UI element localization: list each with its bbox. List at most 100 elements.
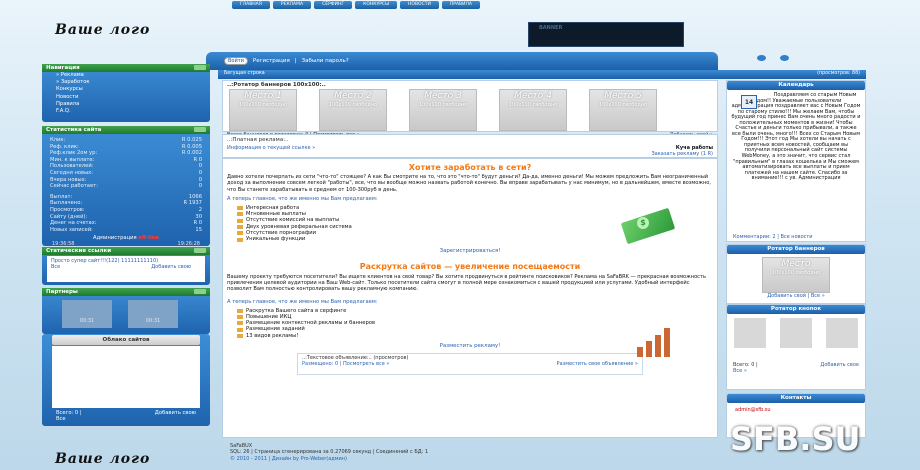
- nav-item-faq[interactable]: F.A.Q.: [46, 108, 206, 115]
- collapse-toggle-icon[interactable]: [194, 65, 206, 70]
- scroll-right-icon[interactable]: [780, 55, 789, 61]
- rotator-place-5[interactable]: Место 5 100x100 свободно: [589, 89, 657, 131]
- calendar-day[interactable]: 14: [741, 95, 757, 109]
- header-banner[interactable]: BANNER: [528, 22, 684, 47]
- nav-news[interactable]: НОВОСТИ: [400, 0, 439, 9]
- collapse-toggle-icon[interactable]: [194, 248, 206, 253]
- rotator-place-1[interactable]: Место 1 100x100 свободно: [229, 89, 297, 131]
- scroll-left-icon[interactable]: [757, 55, 766, 61]
- contacts-title: Контакты: [727, 394, 865, 403]
- stats-list: Клик: R 0.025 Реф. клик: R 0.005 Реф.клик 2о…: [42, 134, 210, 236]
- partner-banner-1[interactable]: 00:31: [62, 300, 112, 328]
- nav-item-news[interactable]: Новости: [46, 94, 206, 101]
- nav-item-ads[interactable]: » Реклама: [46, 72, 206, 79]
- text-ads-place-link[interactable]: Разместить свое объявление »: [556, 361, 638, 367]
- earn-heading: Хотите заработать в сети?: [408, 163, 532, 172]
- login-button[interactable]: Войти: [224, 57, 248, 65]
- stat-label: Клик:: [50, 137, 66, 143]
- nav-item-rules[interactable]: Правила: [46, 101, 206, 108]
- stats-panel-title: Статистика сайта: [42, 126, 210, 134]
- nav-contests[interactable]: КОНКУРСЫ: [355, 0, 398, 9]
- folder-icon: [237, 231, 243, 236]
- stat-row: Пользователей: 0: [50, 163, 202, 170]
- order-ad-link[interactable]: Заказать рекламу (1 R): [651, 151, 713, 157]
- footer-logo[interactable]: Ваше лого: [55, 451, 150, 467]
- static-links-add[interactable]: Добавить свою: [151, 264, 191, 270]
- partners-title: Партнеры: [42, 288, 210, 296]
- stat-label: Выплат:: [50, 193, 73, 200]
- folder-icon: [237, 315, 243, 319]
- rotator-place-3[interactable]: Место 3 100x100 свободно: [409, 89, 477, 131]
- calendar-comments-link[interactable]: Комментарии: 2 | Все новости: [733, 234, 813, 240]
- folder-icon: [237, 333, 243, 338]
- forgot-password-link[interactable]: Забыли пароль?: [302, 58, 349, 64]
- folder-icon: [237, 212, 243, 217]
- earn-subheading: А теперь главное, что же именно мы Вам п…: [227, 195, 378, 202]
- nav-surfing[interactable]: СЁРФИНГ: [314, 0, 353, 9]
- stat-row: Сайту (дней): 30: [50, 214, 202, 221]
- stat-value: 0: [198, 169, 202, 176]
- site-logo[interactable]: Ваше лого: [55, 22, 150, 38]
- stat-label: Сегодня новых:: [50, 169, 93, 176]
- stat-value: R 0: [193, 156, 202, 163]
- auth-bar: Войти Регистрация | Забыли пароль?: [206, 52, 718, 70]
- static-links-all[interactable]: Все: [51, 264, 60, 270]
- register-cta[interactable]: Зарегистрироваться!: [227, 248, 713, 254]
- stat-row: Сейчас работает: 0: [50, 183, 202, 190]
- collapse-toggle-icon[interactable]: [194, 127, 206, 132]
- stat-value: 2: [198, 206, 202, 213]
- rotator-all-link[interactable]: Все »: [733, 368, 747, 374]
- banner-rotator: ..:Ротатор баннеров 100х100:.. Место 1 10…: [222, 80, 718, 138]
- money-icon: $: [619, 207, 681, 245]
- stat-row: Реф. клик: R 0.005: [50, 144, 202, 151]
- register-link[interactable]: Регистрация: [253, 58, 290, 64]
- site-cloud-panel: Облако сайтов Всего: 0 | Все Добавить сво…: [42, 334, 210, 426]
- calendar-title: Календарь: [727, 81, 865, 90]
- nav-panel: Навигация » Реклама » Заработок Конкурсы…: [42, 64, 210, 122]
- rotator-button-2[interactable]: [780, 318, 812, 348]
- stat-row: Выплат: 1066: [50, 194, 202, 201]
- rotator-button-1[interactable]: [734, 318, 766, 348]
- calendar-panel: Календарь 14 Поздравляем со старым Новым…: [726, 80, 866, 242]
- right-banner-rotator: Ротатор баннеров Место 100x100 свободно Д…: [726, 244, 866, 304]
- cloud-all-link[interactable]: Все: [56, 416, 66, 422]
- static-links-title: Статические ссылки: [42, 247, 210, 255]
- text-ads-placed[interactable]: Размещено: 0 | Посмотреть все »: [302, 361, 389, 367]
- stat-value: 0: [198, 183, 202, 190]
- right-banner-add-link[interactable]: Добавить свой | Все »: [727, 293, 865, 299]
- rotator-place-4[interactable]: Место 4 100x100 свободно: [499, 89, 567, 131]
- nav-item-earn[interactable]: » Заработок: [46, 79, 206, 86]
- contacts-email[interactable]: admin@sfb.su: [727, 403, 865, 417]
- right-banner-place[interactable]: Место 100x100 свободно: [762, 257, 830, 293]
- folder-icon: [237, 321, 243, 326]
- stat-row: Клик: R 0.025: [50, 137, 202, 144]
- stat-label: Реф.клик 2ом ур:: [50, 150, 98, 157]
- partner-banner-2[interactable]: 00:31: [128, 300, 178, 328]
- stat-value: 0: [198, 163, 202, 170]
- cloud-add-link[interactable]: Добавить свою: [155, 410, 196, 422]
- stat-row: Выплачено: R 1937: [50, 200, 202, 207]
- stat-value: R 0.025: [181, 137, 202, 143]
- folder-icon: [237, 237, 243, 242]
- footer-copyright[interactable]: © 2010 - 2011 | Дизайн by Pro-Weber(адми…: [230, 456, 428, 462]
- stats-panel: Статистика сайта Клик: R 0.025 Реф. клик: R…: [42, 126, 210, 247]
- paid-link-info[interactable]: Информация о текущей ссылке »: [227, 145, 315, 157]
- nav-item-contests[interactable]: Конкурсы: [46, 86, 206, 93]
- stat-value: R 0: [193, 220, 202, 227]
- stat-row: Сегодня новых: 0: [50, 170, 202, 177]
- nav-rules[interactable]: ПРАВИЛА: [441, 0, 480, 9]
- stat-value: 30: [195, 213, 202, 220]
- site-watermark: SFB.SU: [730, 420, 861, 458]
- nav-home[interactable]: ГЛАВНАЯ: [232, 0, 270, 9]
- collapse-toggle-icon[interactable]: [194, 289, 206, 294]
- stat-row: Денег на счетах: R 0: [50, 220, 202, 227]
- rotator-place-2[interactable]: Место 2 100x100 свободно: [319, 89, 387, 131]
- stat-value: R 0.002: [181, 150, 202, 157]
- nav-ads[interactable]: РЕКЛАМА: [272, 0, 312, 9]
- stat-value: 0: [198, 176, 202, 183]
- folder-icon: [237, 327, 243, 332]
- rotator-button-3[interactable]: [826, 318, 858, 348]
- folder-icon: [237, 224, 243, 229]
- rotator-add-own-link[interactable]: Добавить свое: [820, 362, 859, 374]
- stat-label: Реф. клик:: [50, 143, 79, 150]
